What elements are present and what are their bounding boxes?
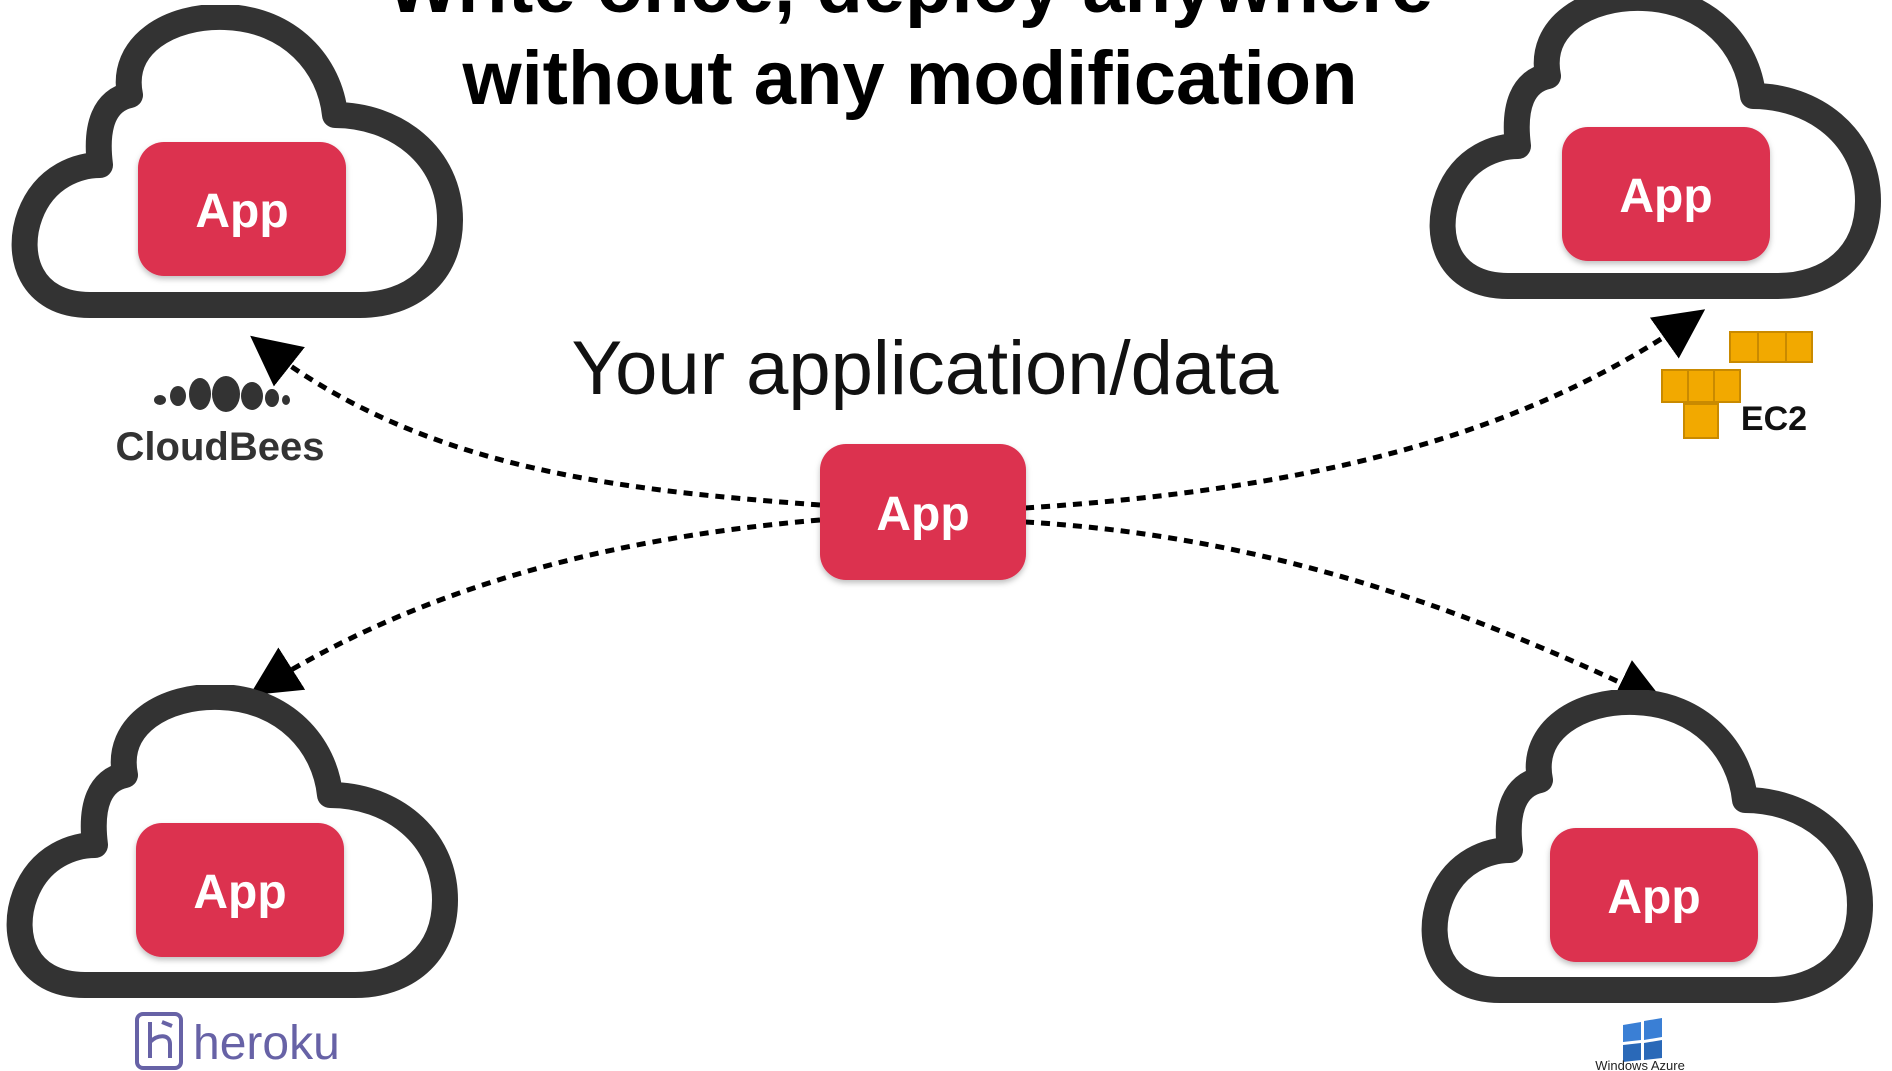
azure-logo: Windows Azure [1595, 1018, 1685, 1071]
title: Write once, deploy anywhere without any … [387, 0, 1433, 121]
arrow-to-azure [1024, 519, 1667, 706]
title-line-1: Write once, deploy anywhere [387, 0, 1433, 29]
deployment-diagram: Write once, deploy anywhere without any … [0, 0, 1892, 1071]
app-label: App [193, 866, 286, 919]
subtitle: Your application/data [571, 326, 1279, 411]
cloud-cloudbees: App [25, 17, 450, 305]
cloudbees-logo: CloudBees [116, 376, 325, 469]
title-line-2: without any modification [461, 36, 1357, 121]
heroku-mark-icon [135, 1012, 183, 1070]
app-label: App [1607, 871, 1700, 924]
azure-wordmark: Windows Azure [1595, 1058, 1685, 1071]
heroku-wordmark: heroku [193, 1017, 340, 1070]
arrow-to-heroku [249, 517, 821, 696]
center-app-label: App [876, 488, 969, 541]
ec2-wordmark: EC2 [1741, 400, 1807, 438]
app-label: App [1619, 170, 1712, 223]
cloud-azure: App [1435, 702, 1860, 990]
center-app: App [820, 444, 1026, 580]
ec2-logo: EC2 [1661, 331, 1813, 439]
app-label: App [195, 185, 288, 238]
cloudbees-mark-icon [154, 376, 290, 412]
cloudbees-wordmark: CloudBees [116, 425, 325, 469]
windows-flag-icon [1623, 1018, 1662, 1062]
cloud-heroku: App [20, 697, 445, 985]
heroku-logo: heroku [135, 1012, 340, 1070]
cloud-ec2: App [1443, 0, 1868, 286]
